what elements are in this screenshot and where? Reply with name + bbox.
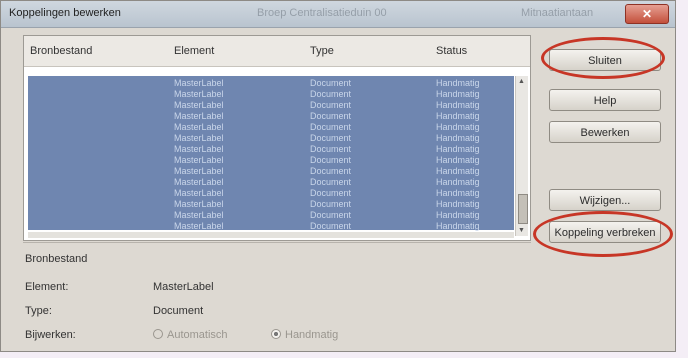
cell-element: MasterLabel [174, 78, 224, 88]
cell-type: Document [310, 144, 352, 154]
column-header-type[interactable]: Type [310, 45, 334, 57]
list-header: Bronbestand Element Type Status [24, 36, 530, 67]
type-label: Type: [25, 305, 52, 317]
column-header-source[interactable]: Bronbestand [30, 45, 92, 57]
element-value: MasterLabel [153, 281, 214, 293]
close-window-button[interactable]: ✕ [625, 4, 669, 24]
table-row[interactable]: MasterLabel Document Handmatig [28, 133, 514, 144]
table-row[interactable]: MasterLabel Document Handmatig [28, 155, 514, 166]
cell-type: Document [310, 210, 352, 220]
cell-element: MasterLabel [174, 122, 224, 132]
update-manual-label: Handmatig [285, 329, 339, 341]
cell-element: MasterLabel [174, 111, 224, 121]
cell-type: Document [310, 133, 352, 143]
table-row[interactable]: MasterLabel Document Handmatig [28, 100, 514, 111]
table-row[interactable]: MasterLabel Document Handmatig [28, 144, 514, 155]
cell-element: MasterLabel [174, 199, 224, 209]
cell-status: Handmatig [436, 78, 480, 88]
cell-type: Document [310, 199, 352, 209]
cell-element: MasterLabel [174, 144, 224, 154]
cell-element: MasterLabel [174, 133, 224, 143]
cell-type: Document [310, 166, 352, 176]
details-section-label: Bronbestand [25, 253, 88, 265]
cell-type: Document [310, 78, 352, 88]
table-row[interactable]: MasterLabel Document Handmatig [28, 199, 514, 210]
cell-element: MasterLabel [174, 188, 224, 198]
link-dialog: Koppelingen bewerken Broep Centralisatie… [0, 0, 676, 352]
cell-element: MasterLabel [174, 89, 224, 99]
table-row[interactable]: MasterLabel Document Handmatig [28, 166, 514, 177]
cell-type: Document [310, 111, 352, 121]
table-row[interactable]: MasterLabel Document Handmatig [28, 210, 514, 221]
cell-element: MasterLabel [174, 166, 224, 176]
cell-status: Handmatig [436, 133, 480, 143]
cell-status: Handmatig [436, 166, 480, 176]
cell-type: Document [310, 100, 352, 110]
table-row[interactable]: MasterLabel Document Handmatig [28, 89, 514, 100]
cell-status: Handmatig [436, 89, 480, 99]
vertical-scrollbar[interactable]: ▲ ▼ [515, 76, 528, 236]
cell-status: Handmatig [436, 122, 480, 132]
links-list[interactable]: Bronbestand Element Type Status MasterLa… [23, 35, 531, 241]
table-row[interactable]: MasterLabel Document Handmatig [28, 221, 514, 232]
table-row[interactable]: MasterLabel Document Handmatig [28, 177, 514, 188]
cell-status: Handmatig [436, 188, 480, 198]
details-panel: Bronbestand Element: MasterLabel Type: D… [23, 249, 523, 349]
radio-off-icon [153, 329, 163, 339]
update-label: Bijwerken: [25, 329, 76, 341]
cell-status: Handmatig [436, 111, 480, 121]
cell-status: Handmatig [436, 210, 480, 220]
cell-element: MasterLabel [174, 177, 224, 187]
scroll-down-arrow-icon[interactable]: ▼ [518, 227, 525, 234]
column-header-status[interactable]: Status [436, 45, 467, 57]
radio-on-icon [271, 329, 281, 339]
cell-type: Document [310, 188, 352, 198]
scroll-up-arrow-icon[interactable]: ▲ [518, 78, 525, 85]
close-button[interactable]: Sluiten [549, 49, 661, 71]
cell-status: Handmatig [436, 177, 480, 187]
window-title: Koppelingen bewerken [9, 7, 121, 19]
update-automatic-label: Automatisch [167, 329, 228, 341]
divider [23, 242, 531, 243]
table-row[interactable]: MasterLabel Document Handmatig [28, 188, 514, 199]
update-manual-radio[interactable]: Handmatig [271, 329, 338, 341]
cell-type: Document [310, 221, 352, 231]
cell-element: MasterLabel [174, 221, 224, 231]
selected-rows[interactable]: MasterLabel Document Handmatig MasterLabel D… [28, 76, 514, 232]
type-value: Document [153, 305, 204, 317]
cell-element: MasterLabel [174, 100, 224, 110]
background-window-title: Broep Centralisatieduin 00 [257, 7, 387, 19]
edit-button[interactable]: Bewerken [549, 121, 661, 143]
element-label: Element: [25, 281, 69, 293]
column-header-element[interactable]: Element [174, 45, 214, 57]
cell-status: Handmatig [436, 155, 480, 165]
cell-status: Handmatig [436, 100, 480, 110]
background-window-title-right: Mitnaatiantaan [521, 7, 594, 19]
cell-type: Document [310, 122, 352, 132]
scroll-thumb[interactable] [518, 194, 528, 224]
table-row[interactable]: MasterLabel Document Handmatig [28, 111, 514, 122]
help-button[interactable]: Help [549, 89, 661, 111]
break-link-button[interactable]: Koppeling verbreken [549, 221, 661, 243]
table-row[interactable]: MasterLabel Document Handmatig [28, 122, 514, 133]
cell-status: Handmatig [436, 221, 480, 231]
cell-type: Document [310, 177, 352, 187]
cell-element: MasterLabel [174, 210, 224, 220]
table-row[interactable]: MasterLabel Document Handmatig [28, 78, 514, 89]
cell-status: Handmatig [436, 144, 480, 154]
title-bar[interactable]: Koppelingen bewerken Broep Centralisatie… [1, 1, 675, 28]
cell-type: Document [310, 89, 352, 99]
update-automatic-radio[interactable]: Automatisch [153, 329, 228, 341]
cell-status: Handmatig [436, 199, 480, 209]
horizontal-scrollbar[interactable] [28, 232, 514, 238]
cell-type: Document [310, 155, 352, 165]
change-button[interactable]: Wijzigen... [549, 189, 661, 211]
cell-element: MasterLabel [174, 155, 224, 165]
